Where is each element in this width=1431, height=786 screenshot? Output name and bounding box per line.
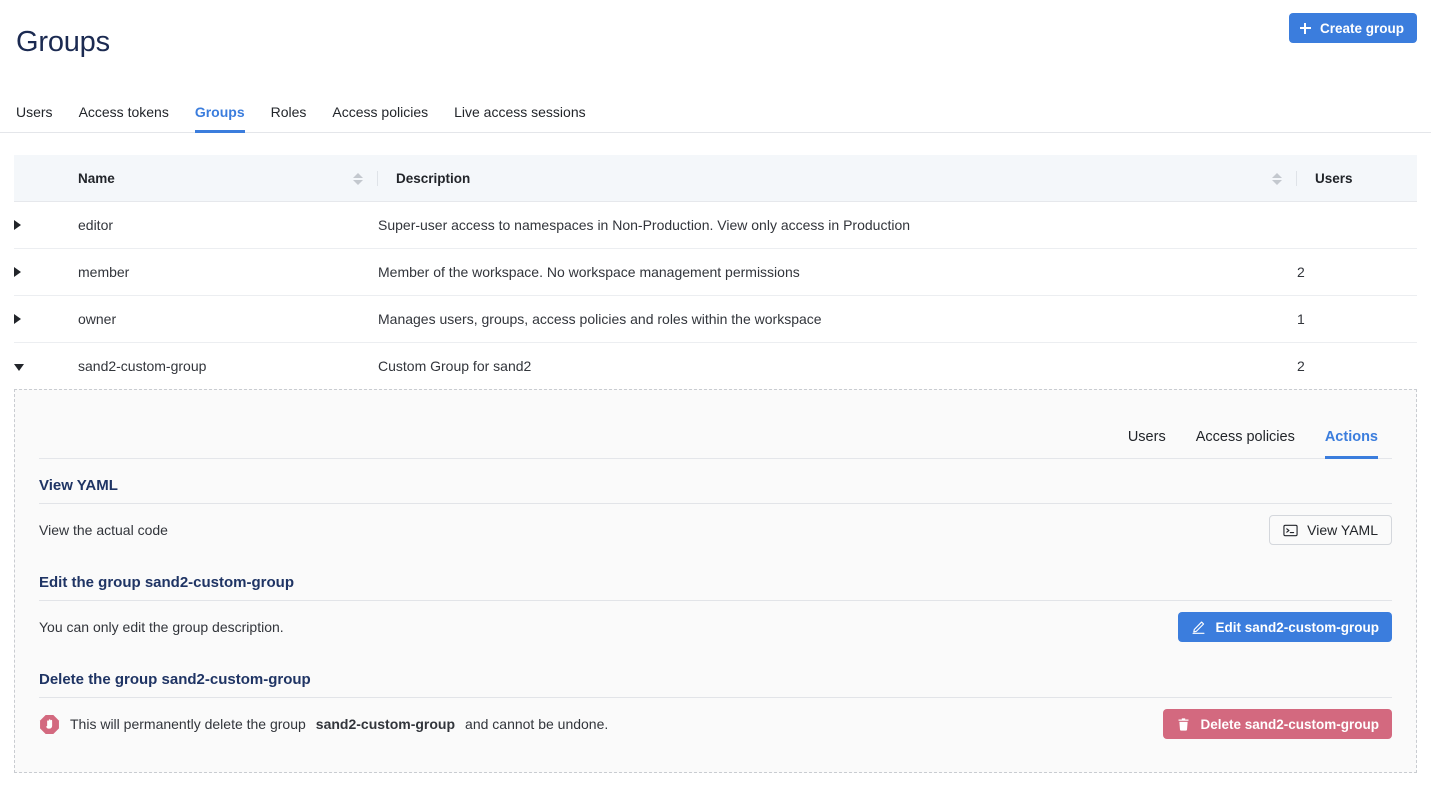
row-expand-cell[interactable] — [14, 201, 78, 249]
detail-tab-users[interactable]: Users — [1113, 429, 1181, 459]
delete-warning-text-before: This will permanently delete the group — [70, 716, 306, 732]
delete-group-heading: Delete the group sand2-custom-group — [39, 671, 311, 688]
group-detail-panel: Users Access policies Actions View YAML … — [14, 389, 1417, 773]
detail-tab-actions[interactable]: Actions — [1310, 429, 1392, 459]
table-row[interactable]: owner Manages users, groups, access poli… — [14, 295, 1417, 343]
view-yaml-button[interactable]: View YAML — [1269, 515, 1392, 545]
header-name-label: Name — [78, 171, 115, 186]
create-group-button-label: Create group — [1319, 20, 1404, 36]
row-expand-cell[interactable] — [14, 343, 78, 390]
delete-group-warning: This will permanently delete the group s… — [39, 714, 608, 735]
collapse-caret-icon[interactable] — [14, 364, 24, 371]
view-yaml-button-label: View YAML — [1307, 522, 1378, 538]
edit-group-button-label: Edit sand2-custom-group — [1215, 619, 1379, 635]
row-description: Member of the workspace. No workspace ma… — [378, 248, 1297, 296]
tab-groups[interactable]: Groups — [182, 105, 258, 133]
row-expand-cell[interactable] — [14, 295, 78, 343]
row-users: 1 — [1297, 295, 1417, 343]
table-row[interactable]: member Member of the workspace. No works… — [14, 248, 1417, 296]
delete-warning-text-after: and cannot be undone. — [465, 716, 609, 732]
detail-tab-bar: Users Access policies Actions — [39, 402, 1392, 459]
row-users — [1297, 201, 1417, 249]
header-divider — [1296, 171, 1297, 186]
section-view-yaml: View YAML View the actual code View YAML — [39, 459, 1392, 556]
row-description: Manages users, groups, access policies a… — [378, 295, 1297, 343]
section-edit-group: Edit the group sand2-custom-group You ca… — [39, 556, 1392, 653]
groups-page: Groups Create group Users Access tokens … — [0, 0, 1431, 786]
delete-group-button[interactable]: Delete sand2-custom-group — [1163, 709, 1392, 739]
pencil-icon — [1191, 620, 1206, 635]
header-expand-spacer — [14, 155, 78, 202]
tab-live-access-sessions[interactable]: Live access sessions — [441, 105, 599, 132]
view-yaml-heading: View YAML — [39, 477, 118, 494]
row-name: member — [78, 248, 378, 296]
header-name[interactable]: Name — [78, 155, 378, 202]
edit-group-button[interactable]: Edit sand2-custom-group — [1178, 612, 1392, 642]
groups-table: Name Description Users editor Super-user… — [14, 155, 1417, 389]
view-yaml-row: View the actual code View YAML — [39, 504, 1392, 556]
edit-group-heading: Edit the group sand2-custom-group — [39, 574, 294, 591]
groups-table-body: editor Super-user access to namespaces i… — [14, 201, 1417, 390]
section-delete-group: Delete the group sand2-custom-group This… — [39, 653, 1392, 750]
row-expand-cell[interactable] — [14, 248, 78, 296]
edit-group-description: You can only edit the group description. — [39, 619, 284, 635]
page-header: Groups Create group — [0, 0, 1431, 86]
page-title: Groups — [16, 26, 110, 58]
row-name: sand2-custom-group — [78, 358, 207, 374]
header-description-label: Description — [396, 171, 471, 186]
header-divider — [377, 171, 378, 186]
edit-group-row: You can only edit the group description.… — [39, 601, 1392, 653]
row-description: Custom Group for sand2 — [378, 358, 532, 374]
tab-access-tokens[interactable]: Access tokens — [66, 105, 182, 132]
trash-icon — [1176, 717, 1191, 732]
delete-group-row: This will permanently delete the group s… — [39, 698, 1392, 750]
create-group-button[interactable]: Create group — [1288, 13, 1417, 43]
sort-name-icon[interactable] — [353, 172, 363, 185]
table-header-row: Name Description Users — [14, 155, 1417, 202]
tab-access-policies[interactable]: Access policies — [319, 105, 441, 132]
expand-caret-icon[interactable] — [14, 314, 21, 324]
plus-icon — [1299, 22, 1311, 34]
expand-caret-icon[interactable] — [14, 220, 21, 230]
groups-table-container: Name Description Users editor Super-user… — [0, 133, 1431, 389]
table-row[interactable]: editor Super-user access to namespaces i… — [14, 201, 1417, 249]
row-name: owner — [78, 295, 378, 343]
expand-caret-icon[interactable] — [14, 267, 21, 277]
row-description: Super-user access to namespaces in Non-P… — [378, 201, 1297, 249]
row-name: editor — [78, 201, 378, 249]
tab-roles[interactable]: Roles — [258, 105, 320, 132]
header-users-label: Users — [1315, 171, 1353, 186]
tab-users[interactable]: Users — [16, 105, 66, 132]
table-row[interactable]: sand2-custom-group Custom Group for sand… — [14, 343, 1417, 390]
terminal-icon — [1283, 523, 1298, 538]
detail-tab-access-policies[interactable]: Access policies — [1181, 429, 1310, 459]
stop-hand-icon — [39, 714, 60, 735]
row-users: 2 — [1297, 358, 1305, 374]
groups-table-head: Name Description Users — [14, 155, 1417, 202]
header-description[interactable]: Description — [378, 155, 1297, 202]
view-yaml-description: View the actual code — [39, 522, 168, 538]
main-tab-bar: Users Access tokens Groups Roles Access … — [0, 86, 1431, 133]
delete-group-button-label: Delete sand2-custom-group — [1200, 716, 1379, 732]
delete-warning-group-name: sand2-custom-group — [315, 716, 456, 732]
sort-description-icon[interactable] — [1272, 172, 1282, 185]
header-users: Users — [1297, 155, 1417, 202]
row-users: 2 — [1297, 248, 1417, 296]
